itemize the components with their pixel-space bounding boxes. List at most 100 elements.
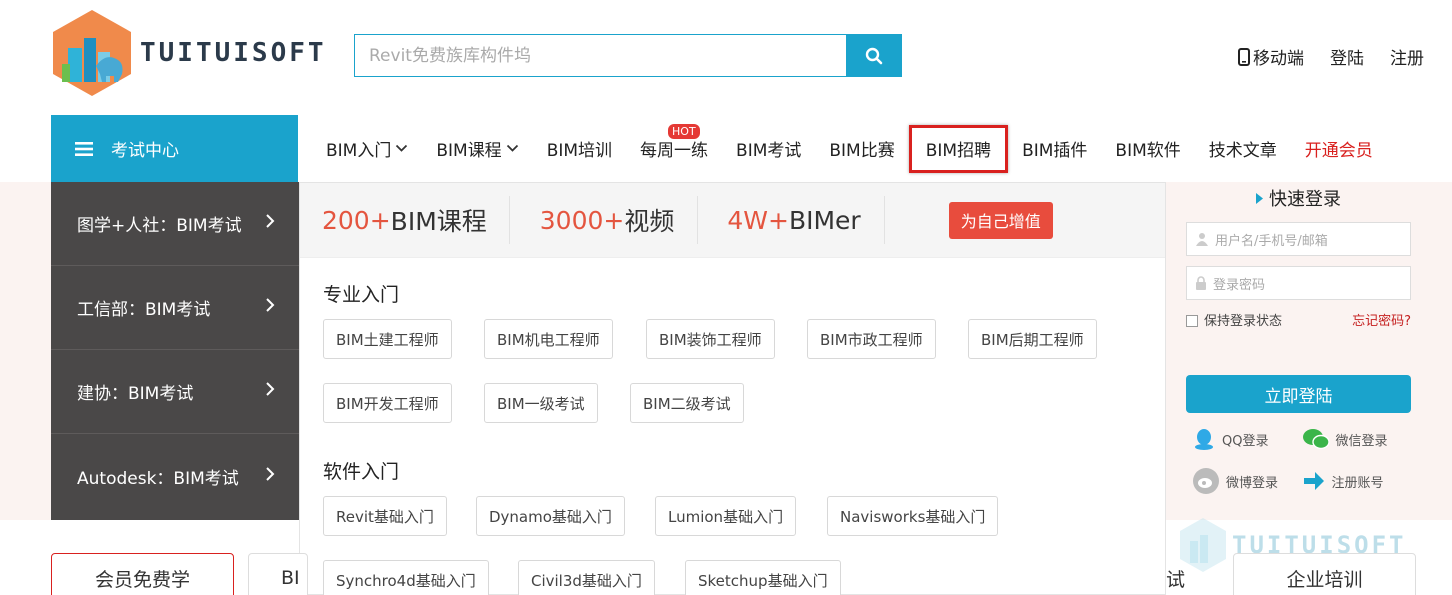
qq-login-label: QQ登录	[1222, 433, 1269, 449]
nav-label: BIM课程	[436, 141, 502, 161]
register-account-link[interactable]: 注册账号	[1302, 467, 1412, 495]
search-icon	[865, 47, 883, 64]
section-title-professional: 专业入门	[323, 284, 400, 306]
username-field[interactable]: 用户名/手机号/邮箱	[1186, 222, 1411, 256]
login-submit-button[interactable]: 立即登陆	[1186, 375, 1411, 413]
nav-label: 技术文章	[1208, 141, 1277, 161]
nav-bim-plugins[interactable]: BIM插件	[1008, 125, 1101, 173]
top-links: 移动端 登陆 注册	[1238, 44, 1424, 69]
remember-label: 保持登录状态	[1204, 314, 1283, 329]
nav-label: BIM入门	[326, 141, 392, 161]
tag-postprod-engineer[interactable]: BIM后期工程师	[968, 319, 1097, 359]
intro-dropdown-panel: 200+ BIM课程 3000+ 视频 4W+ BIMer 为自己增值 专业入门 BI…	[299, 182, 1166, 595]
bottom-tab-exam-label: 试	[1166, 568, 1186, 591]
logo-text: TUITUISOFT	[140, 38, 327, 68]
nav-label: BIM考试	[736, 141, 802, 161]
search-button[interactable]	[846, 34, 902, 77]
wechat-login[interactable]: 微信登录	[1302, 427, 1412, 451]
tag-decoration-engineer[interactable]: BIM装饰工程师	[646, 319, 775, 359]
nav-bim-contest[interactable]: BIM比赛	[815, 125, 908, 173]
stat-courses: 200+ BIM课程	[300, 196, 510, 244]
category-item-label: Autodesk：BIM考试	[77, 468, 239, 489]
category-item[interactable]: Autodesk：BIM考试	[51, 434, 299, 518]
bottom-tab-exam-partial[interactable]: 试	[1150, 553, 1224, 595]
wechat-icon	[1302, 429, 1330, 450]
remember-checkbox[interactable]: 保持登录状态	[1186, 310, 1282, 329]
section-title-software: 软件入门	[323, 461, 400, 483]
tag-revit[interactable]: Revit基础入门	[323, 496, 447, 536]
weibo-login-label: 微博登录	[1226, 475, 1279, 491]
tag-dev-engineer[interactable]: BIM开发工程师	[323, 383, 452, 423]
mobile-link[interactable]: 移动端	[1238, 44, 1304, 69]
quick-login-panel: 快速登录 用户名/手机号/邮箱 登录密码 保持登录状态 忘记密码? 立即登陆 Q…	[1186, 182, 1411, 495]
login-link[interactable]: 登陆	[1330, 44, 1364, 69]
nav-bim-training[interactable]: BIM培训	[533, 125, 626, 173]
chevron-right-icon	[265, 466, 275, 487]
checkbox-icon	[1186, 315, 1198, 327]
stat-label: BIM课程	[390, 207, 487, 236]
phone-icon	[1238, 47, 1250, 66]
nav-bim-intro[interactable]: BIM入门	[312, 125, 422, 173]
search-bar	[354, 34, 902, 77]
stat-number: 200+	[322, 205, 391, 235]
nav-bim-software[interactable]: BIM软件	[1101, 125, 1194, 173]
hot-badge: HOT	[668, 123, 700, 139]
forgot-password-link[interactable]: 忘记密码?	[1352, 310, 1411, 329]
tag-navisworks[interactable]: Navisworks基础入门	[827, 496, 999, 536]
nav-bim-exam[interactable]: BIM考试	[722, 125, 815, 173]
login-title: 快速登录	[1186, 185, 1411, 211]
site-logo[interactable]: TUITUISOFT	[50, 8, 327, 98]
qq-login[interactable]: QQ登录	[1192, 427, 1302, 451]
tag-lumion[interactable]: Lumion基础入门	[655, 496, 797, 536]
password-field[interactable]: 登录密码	[1186, 266, 1411, 300]
category-header-label: 考试中心	[111, 141, 179, 161]
tag-civil-engineer[interactable]: BIM土建工程师	[323, 319, 452, 359]
nav-weekly-practice[interactable]: HOT 每周一练	[626, 123, 722, 173]
stat-videos: 3000+ 视频	[510, 196, 699, 244]
user-icon	[1196, 233, 1208, 246]
stat-label: 视频	[624, 207, 675, 236]
upgrade-button[interactable]: 为自己增值	[948, 201, 1053, 239]
register-link[interactable]: 注册	[1390, 44, 1424, 69]
tag-level2-exam[interactable]: BIM二级考试	[630, 383, 744, 423]
nav-label: BIM招聘	[925, 141, 992, 161]
chevron-down-icon	[396, 144, 408, 152]
weibo-login[interactable]: 微博登录	[1192, 467, 1302, 495]
tag-sketchup[interactable]: Sketchup基础入门	[685, 560, 841, 595]
qq-icon	[1195, 429, 1213, 450]
category-header[interactable]: 考试中心	[51, 115, 298, 182]
logo-icon	[50, 8, 134, 98]
nav-bim-courses[interactable]: BIM课程	[422, 125, 532, 173]
chevron-right-icon	[265, 297, 275, 318]
wechat-login-label: 微信登录	[1335, 433, 1388, 449]
tag-dynamo[interactable]: Dynamo基础入门	[476, 496, 625, 536]
category-item[interactable]: 工信部：BIM考试	[51, 266, 299, 350]
bottom-tab-partial[interactable]: BI	[248, 553, 308, 595]
tag-synchro4d[interactable]: Synchro4d基础入门	[323, 560, 489, 595]
arrow-right-icon	[1303, 472, 1324, 490]
category-item-label: 建协：BIM考试	[77, 384, 194, 404]
nav-tech-articles[interactable]: 技术文章	[1195, 125, 1291, 173]
member-free-label: 会员免费学	[94, 568, 190, 591]
enterprise-training-button[interactable]: 企业培训	[1233, 553, 1416, 595]
stats-bar: 200+ BIM课程 3000+ 视频 4W+ BIMer 为自己增值	[300, 183, 1165, 258]
chevron-right-icon	[265, 381, 275, 402]
remember-row: 保持登录状态 忘记密码?	[1186, 310, 1411, 329]
tag-level1-exam[interactable]: BIM一级考试	[484, 383, 598, 423]
tag-municipal-engineer[interactable]: BIM市政工程师	[807, 319, 936, 359]
category-item[interactable]: 图学+人社：BIM考试	[51, 182, 299, 266]
nav-bim-jobs[interactable]: BIM招聘	[908, 124, 1009, 173]
caret-right-icon	[1256, 192, 1263, 204]
tag-mep-engineer[interactable]: BIM机电工程师	[484, 319, 613, 359]
category-item[interactable]: 建协：BIM考试	[51, 350, 299, 434]
member-free-button[interactable]: 会员免费学	[51, 553, 234, 595]
weibo-icon	[1193, 468, 1219, 494]
search-input[interactable]	[354, 34, 846, 77]
tag-civil3d[interactable]: Civil3d基础入门	[518, 560, 655, 595]
main-nav: BIM入门 BIM课程 BIM培训 HOT 每周一练 BIM考试 BIM比赛 B…	[312, 115, 1387, 182]
category-item-label: 图学+人社：BIM考试	[77, 216, 242, 236]
nav-open-membership[interactable]: 开通会员	[1291, 125, 1387, 173]
lock-icon	[1196, 276, 1206, 290]
menu-icon	[75, 141, 93, 156]
nav-label: BIM软件	[1115, 141, 1181, 161]
